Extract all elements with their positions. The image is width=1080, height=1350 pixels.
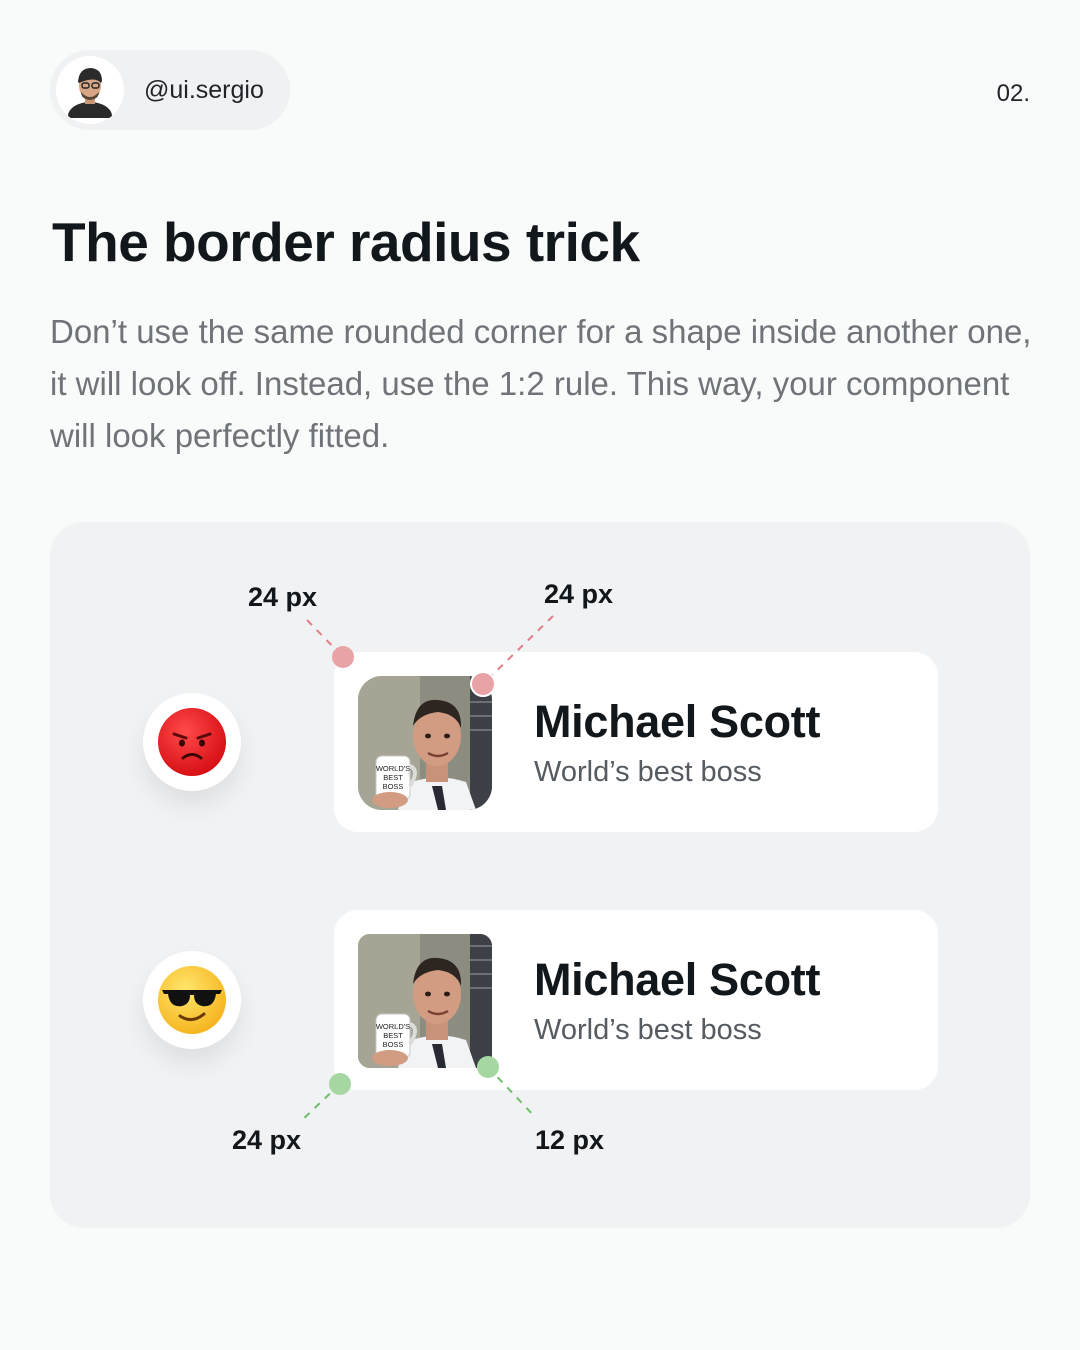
inner-radius-label: 24 px <box>544 579 614 609</box>
outer-radius-label: 24 px <box>248 582 318 612</box>
mug-text-line: BEST <box>383 1031 403 1040</box>
author-avatar <box>56 56 124 124</box>
profile-role: World’s best boss <box>534 756 762 788</box>
sunglasses-face-emoji-badge <box>143 951 241 1049</box>
page-number: 02. <box>996 80 1030 107</box>
profile-card[interactable]: WORLD'S BEST BOSS Michael Scott World’s … <box>334 910 938 1090</box>
mug-text-line: BOSS <box>383 1040 404 1049</box>
sunglasses-face-icon <box>158 966 226 1034</box>
angry-face-icon <box>158 708 226 776</box>
author-pill[interactable]: @ui.sergio <box>50 50 290 130</box>
mug-text-line: WORLD'S <box>376 764 410 773</box>
demo-panel <box>50 522 1030 1228</box>
inner-radius-label: 12 px <box>535 1125 605 1155</box>
profile-photo: WORLD'S BEST BOSS <box>358 934 492 1068</box>
mug-text-line: BOSS <box>383 782 404 791</box>
mug-text-line: BEST <box>383 773 403 782</box>
angry-face-emoji-badge <box>143 693 241 791</box>
profile-role: World’s best boss <box>534 1014 762 1046</box>
profile-card[interactable]: WORLD'S BEST BOSS Michael Scott World’s … <box>334 652 938 832</box>
profile-name: Michael Scott <box>534 954 821 1005</box>
author-handle[interactable]: @ui.sergio <box>144 76 264 105</box>
mug-text-line: WORLD'S <box>376 1022 410 1031</box>
person-avatar-icon <box>68 68 112 118</box>
profile-name: Michael Scott <box>534 696 821 747</box>
page-title: The border radius trick <box>52 211 640 273</box>
michael-scott-photo: WORLD'S BEST BOSS <box>358 676 492 810</box>
profile-photo: WORLD'S BEST BOSS <box>358 676 492 810</box>
intro-text: Don’t use the same rounded corner for a … <box>50 313 1032 454</box>
outer-radius-label: 24 px <box>232 1125 302 1155</box>
michael-scott-photo: WORLD'S BEST BOSS <box>358 934 492 1068</box>
